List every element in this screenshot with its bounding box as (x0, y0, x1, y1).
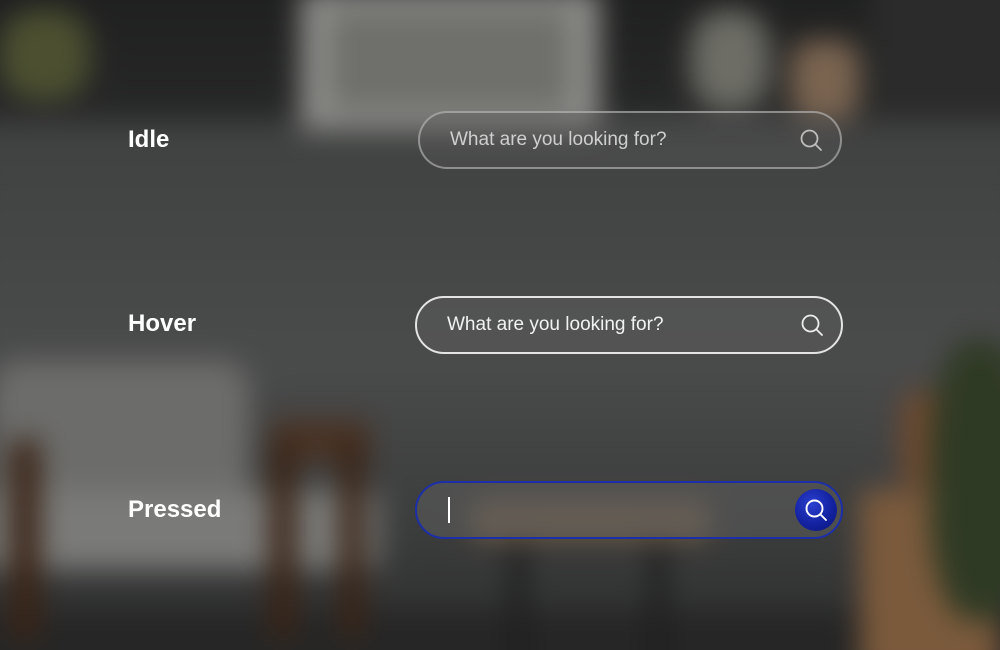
search-bar-pressed[interactable] (415, 481, 843, 539)
search-placeholder[interactable]: What are you looking for? (417, 314, 783, 336)
state-label-pressed: Pressed (128, 496, 222, 523)
search-submit-button[interactable] (795, 489, 837, 531)
state-label-idle: Idle (128, 126, 170, 153)
search-bar-idle[interactable]: What are you looking for? (418, 111, 842, 169)
state-label-hover: Hover (128, 310, 197, 337)
search-icon (805, 499, 827, 521)
search-placeholder[interactable]: What are you looking for? (420, 129, 782, 151)
search-icon[interactable] (782, 113, 840, 167)
text-cursor (448, 497, 450, 523)
search-bar-hover[interactable]: What are you looking for? (415, 296, 843, 354)
search-icon[interactable] (783, 298, 841, 352)
